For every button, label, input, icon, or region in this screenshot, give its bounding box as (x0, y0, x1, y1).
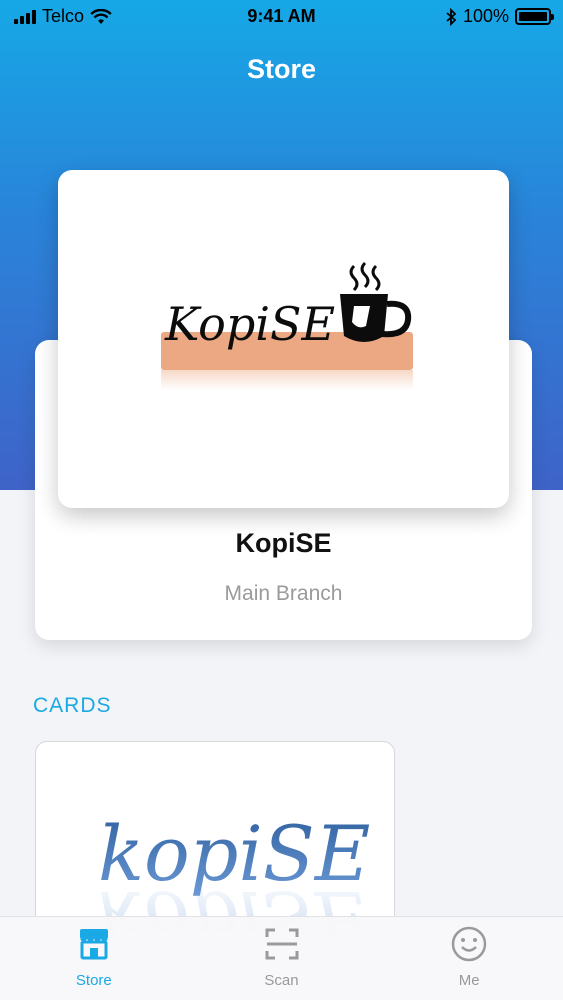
store-branch: Main Branch (224, 582, 343, 605)
battery-percent: 100% (462, 6, 509, 26)
status-right: 100% (445, 6, 554, 27)
cards-section-title: CARDS (33, 694, 112, 717)
battery-level (519, 12, 547, 21)
tab-me-label: Me (458, 972, 480, 989)
status-bar: Telco 9:41 AM 100% (0, 0, 563, 34)
store-name: KopiSE (235, 528, 332, 558)
battery-icon (515, 8, 554, 25)
tab-bar: Store Scan Me (0, 916, 563, 1000)
logo-wordmark: KopiSE (164, 297, 335, 351)
smiley-icon (451, 926, 487, 962)
store-logo-card[interactable]: KopiSE (58, 170, 509, 508)
tab-store-label: Store (75, 972, 112, 989)
store-icon (79, 929, 108, 960)
kopise-card-logo: kopiSE kopiSE (98, 809, 370, 940)
loyalty-card[interactable]: kopiSE kopiSE (35, 741, 395, 941)
tab-me[interactable]: Me (375, 917, 563, 1000)
tab-scan-label: Scan (264, 972, 299, 989)
kopise-logo: KopiSE (161, 261, 413, 390)
bluetooth-icon (446, 7, 457, 26)
page-title: Store (246, 54, 317, 84)
scan-icon (265, 928, 298, 960)
tab-scan[interactable]: Scan (188, 917, 376, 1000)
tab-store[interactable]: Store (0, 917, 188, 1000)
